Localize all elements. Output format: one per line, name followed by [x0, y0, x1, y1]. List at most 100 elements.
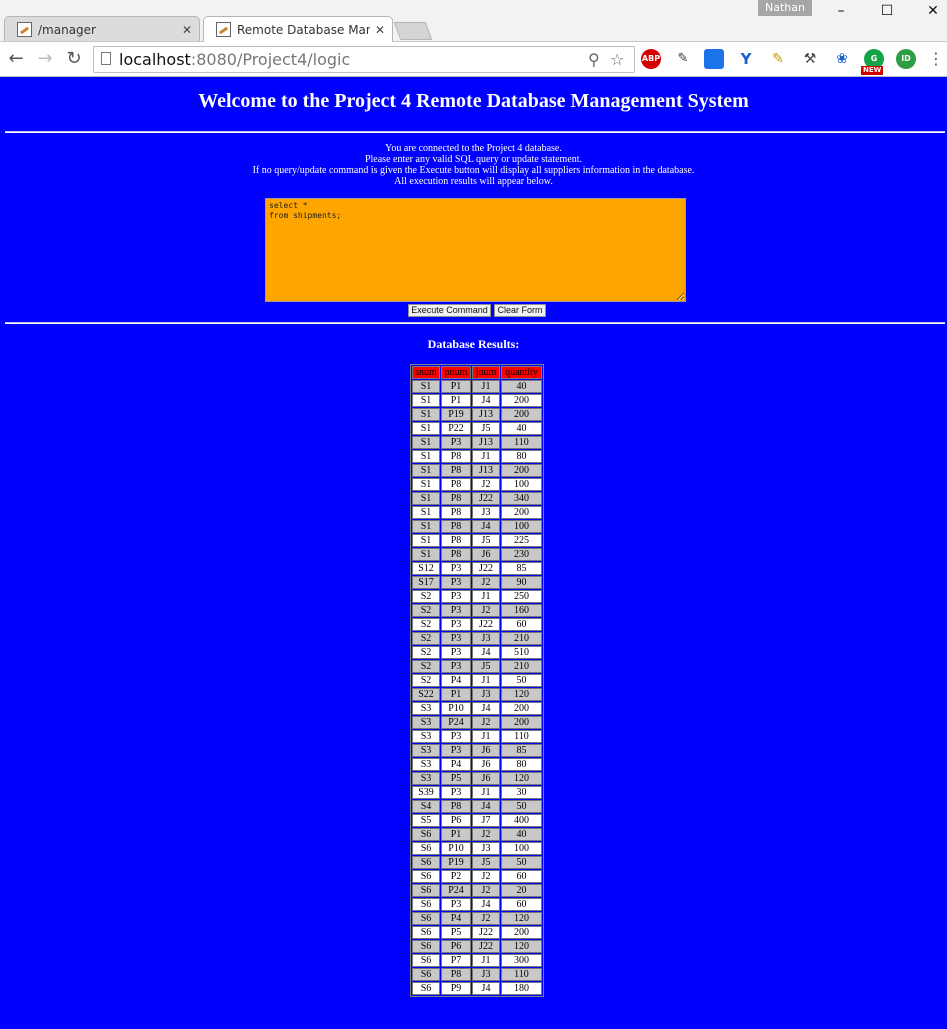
- table-cell-pnum: P3: [441, 632, 471, 645]
- table-row: S6 P4 J2 120: [412, 912, 542, 925]
- broom-icon[interactable]: ✎: [768, 49, 788, 69]
- url-text[interactable]: localhost:8080/Project4/logic: [119, 47, 350, 72]
- table-cell-pnum: P3: [441, 730, 471, 743]
- tomcat-favicon-icon: [216, 22, 231, 37]
- tomcat-favicon-icon: [17, 22, 32, 37]
- table-row: S17 P3 J2 90: [412, 576, 542, 589]
- bug-icon[interactable]: ❀: [832, 49, 852, 69]
- results-heading: Database Results:: [427, 337, 520, 351]
- profile-button[interactable]: Nathan: [758, 0, 812, 16]
- clear-form-button[interactable]: Clear Form: [494, 304, 546, 317]
- table-cell-pnum: P5: [441, 772, 471, 785]
- table-row: S12 P3 J22 85: [412, 562, 542, 575]
- close-tab-icon[interactable]: ✕: [375, 17, 385, 43]
- new-tab-button[interactable]: [393, 22, 433, 40]
- intro-line: All execution results will appear below.: [394, 176, 553, 187]
- table-cell-quantity: 200: [501, 464, 542, 477]
- bookmark-star-icon[interactable]: ☆: [610, 48, 624, 71]
- tab-manager[interactable]: /manager ✕: [4, 16, 200, 42]
- table-cell-quantity: 40: [501, 380, 542, 393]
- forward-icon[interactable]: →: [34, 46, 56, 72]
- table-cell-snum: S6: [412, 856, 440, 869]
- reload-icon[interactable]: ↻: [63, 46, 85, 72]
- table-row: S3 P4 J6 80: [412, 758, 542, 771]
- table-cell-jnum: J4: [472, 898, 500, 911]
- table-cell-quantity: 60: [501, 898, 542, 911]
- table-row: S6 P5 J22 200: [412, 926, 542, 939]
- table-cell-quantity: 80: [501, 758, 542, 771]
- table-cell-snum: S3: [412, 744, 440, 757]
- table-cell-pnum: P3: [441, 646, 471, 659]
- table-row: S6 P19 J5 50: [412, 856, 542, 869]
- address-bar[interactable]: localhost:8080/Project4/logic ⚲ ☆: [93, 46, 635, 73]
- minimize-icon[interactable]: –: [818, 0, 864, 22]
- table-cell-quantity: 60: [501, 618, 542, 631]
- table-cell-pnum: P24: [441, 716, 471, 729]
- table-cell-snum: S1: [412, 492, 440, 505]
- table-cell-snum: S3: [412, 758, 440, 771]
- close-window-icon[interactable]: ✕: [910, 0, 947, 22]
- screen-icon[interactable]: [704, 49, 724, 69]
- table-row: S6 P8 J3 110: [412, 968, 542, 981]
- table-cell-pnum: P10: [441, 702, 471, 715]
- table-cell-jnum: J22: [472, 926, 500, 939]
- back-icon[interactable]: ←: [5, 46, 27, 72]
- table-cell-quantity: 210: [501, 660, 542, 673]
- table-row: S2 P3 J3 210: [412, 632, 542, 645]
- table-row: S1 P8 J2 100: [412, 478, 542, 491]
- table-row: S2 P3 J1 250: [412, 590, 542, 603]
- table-cell-snum: S2: [412, 660, 440, 673]
- table-cell-pnum: P3: [441, 436, 471, 449]
- table-cell-quantity: 40: [501, 422, 542, 435]
- id-icon[interactable]: ID: [896, 49, 916, 69]
- table-cell-quantity: 85: [501, 562, 542, 575]
- table-row: S2 P4 J1 50: [412, 674, 542, 687]
- table-cell-pnum: P1: [441, 828, 471, 841]
- zoom-icon[interactable]: ⚲: [588, 48, 600, 71]
- maximize-icon[interactable]: ☐: [864, 0, 910, 22]
- table-cell-pnum: P8: [441, 492, 471, 505]
- intro-line: If no query/update command is given the …: [252, 165, 695, 176]
- table-cell-jnum: J2: [472, 912, 500, 925]
- table-cell-pnum: P8: [441, 534, 471, 547]
- table-row: S3 P10 J4 200: [412, 702, 542, 715]
- table-cell-pnum: P19: [441, 408, 471, 421]
- sql-query-input[interactable]: select * from shipments;: [265, 198, 686, 302]
- column-header: jnum: [472, 366, 500, 379]
- table-cell-jnum: J3: [472, 632, 500, 645]
- tab-remote-database[interactable]: Remote Database Manage ✕: [203, 16, 393, 42]
- table-cell-pnum: P2: [441, 870, 471, 883]
- table-cell-jnum: J6: [472, 744, 500, 757]
- table-cell-jnum: J2: [472, 478, 500, 491]
- column-header: pnum: [441, 366, 471, 379]
- table-cell-snum: S17: [412, 576, 440, 589]
- table-cell-jnum: J3: [472, 842, 500, 855]
- table-cell-snum: S6: [412, 926, 440, 939]
- table-cell-pnum: P3: [441, 660, 471, 673]
- table-cell-quantity: 50: [501, 800, 542, 813]
- vpn-icon[interactable]: Y: [736, 49, 756, 69]
- table-cell-pnum: P3: [441, 786, 471, 799]
- table-cell-jnum: J3: [472, 968, 500, 981]
- table-cell-snum: S1: [412, 408, 440, 421]
- pickaxe-icon[interactable]: ⚒: [800, 49, 820, 69]
- table-cell-quantity: 200: [501, 702, 542, 715]
- table-cell-snum: S3: [412, 772, 440, 785]
- table-cell-pnum: P22: [441, 422, 471, 435]
- adblock-icon[interactable]: ABP: [641, 49, 661, 69]
- table-cell-pnum: P3: [441, 898, 471, 911]
- table-cell-jnum: J13: [472, 408, 500, 421]
- execute-command-button[interactable]: Execute Command: [408, 304, 491, 317]
- close-tab-icon[interactable]: ✕: [182, 17, 192, 43]
- intro-text: You are connected to the Project 4 datab…: [0, 143, 947, 187]
- table-row: S6 P2 J2 60: [412, 870, 542, 883]
- table-cell-snum: S1: [412, 478, 440, 491]
- menu-icon[interactable]: ⋮: [928, 48, 944, 70]
- table-cell-jnum: J1: [472, 954, 500, 967]
- table-row: S6 P7 J1 300: [412, 954, 542, 967]
- table-row: S1 P19 J13 200: [412, 408, 542, 421]
- table-cell-jnum: J1: [472, 786, 500, 799]
- table-cell-pnum: P8: [441, 800, 471, 813]
- table-cell-snum: S1: [412, 506, 440, 519]
- cookie-icon[interactable]: ✎: [673, 49, 693, 69]
